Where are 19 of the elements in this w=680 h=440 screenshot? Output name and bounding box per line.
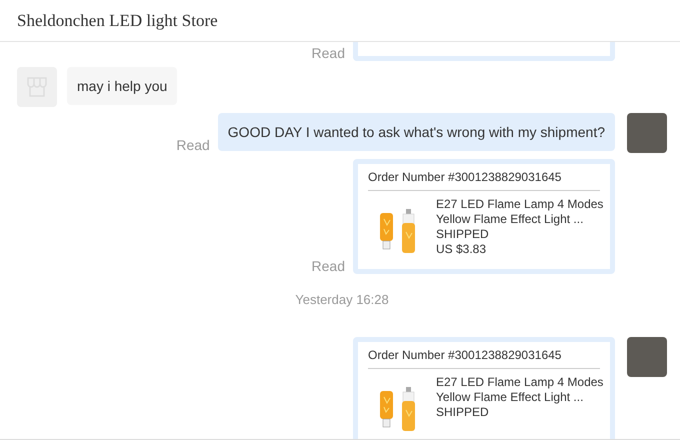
- user-avatar: [627, 113, 667, 153]
- order-number: Order Number #3001238829031645: [368, 170, 600, 191]
- timestamp: Yesterday 16:28: [294, 292, 390, 307]
- read-status: Read: [312, 45, 345, 61]
- user-avatar: [627, 337, 667, 377]
- read-status: Read: [176, 137, 210, 153]
- order-card[interactable]: [353, 42, 615, 61]
- store-title: Sheldonchen LED light Store: [17, 10, 218, 30]
- message-bubble: may i help you: [67, 67, 178, 105]
- order-status: SHIPPED: [436, 405, 490, 420]
- product-name: E27 LED Flame Lamp 4 Modes Yellow Flame Effect Light ...: [436, 375, 604, 405]
- order-status: SHIPPED: [436, 227, 490, 242]
- message-bubble: GOOD DAY I wanted to ask what's wrong with my shipment?: [218, 113, 615, 151]
- order-number: Order Number #3001238829031645: [368, 348, 600, 369]
- order-card[interactable]: Order Number #3001238829031645 E27 LED Flame Lamp 4 Modes Yellow Flame Effect Light ... SHIPPED US $3.83: [353, 159, 615, 274]
- order-price: US $3.83: [436, 242, 488, 257]
- product-name: E27 LED Flame Lamp 4 Modes Yellow Flame Effect Light ...: [436, 197, 604, 227]
- read-status: Read: [312, 258, 345, 274]
- order-card[interactable]: Order Number #3001238829031645 E27 LED Flame Lamp 4 Modes Yellow Flame Effect Light ... SHIPPED: [353, 337, 615, 439]
